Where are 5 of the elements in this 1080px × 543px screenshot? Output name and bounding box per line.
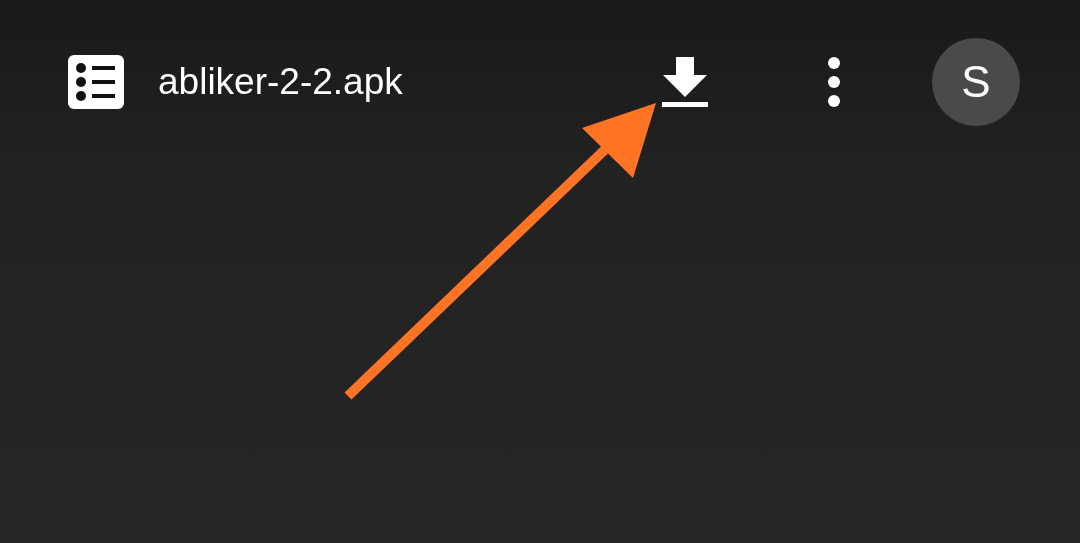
download-icon[interactable]	[662, 57, 708, 107]
list-icon[interactable]	[68, 55, 124, 109]
file-name: abliker-2-2.apk	[158, 61, 404, 103]
avatar[interactable]: S	[932, 38, 1020, 126]
more-icon[interactable]	[828, 57, 840, 107]
